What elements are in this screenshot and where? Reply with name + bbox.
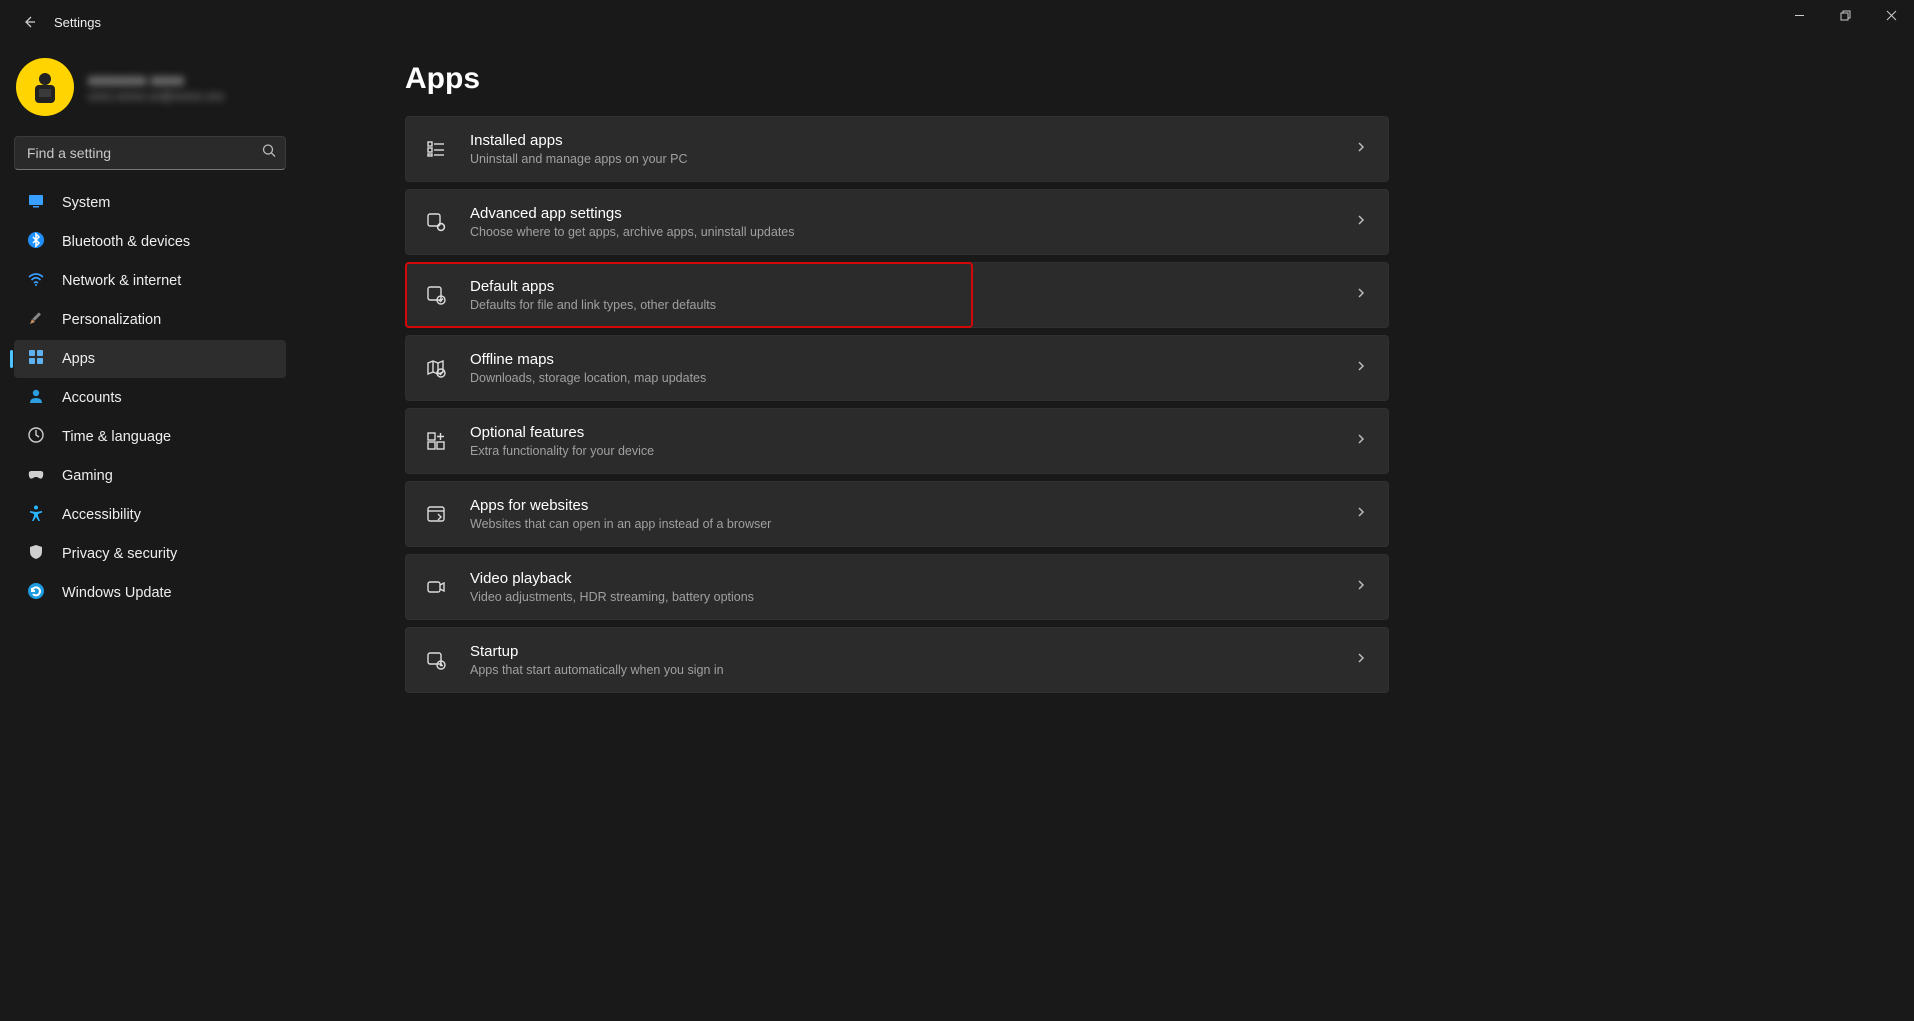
- nav-label: Windows Update: [62, 585, 172, 601]
- card-offline-maps[interactable]: Offline maps Downloads, storage location…: [405, 335, 1389, 401]
- profile-email: xxxx.xxxxx.xx@xxxxx.xxx: [88, 89, 224, 103]
- nav-label: Bluetooth & devices: [62, 234, 190, 250]
- offline-maps-icon: [422, 357, 450, 379]
- advanced-settings-icon: [422, 211, 450, 233]
- minimize-icon: [1794, 10, 1805, 21]
- settings-card-list: Installed apps Uninstall and manage apps…: [405, 116, 1389, 696]
- chevron-right-icon: [1354, 505, 1368, 524]
- chevron-right-icon: [1354, 651, 1368, 670]
- back-button[interactable]: [14, 7, 44, 37]
- chevron-right-icon: [1354, 578, 1368, 597]
- profile-text: xxxxxxx xxxx xxxx.xxxxx.xx@xxxxx.xxx: [88, 72, 224, 103]
- card-title: Default apps: [470, 278, 1354, 297]
- card-subtitle: Uninstall and manage apps on your PC: [470, 152, 1354, 166]
- card-subtitle: Defaults for file and link types, other …: [470, 298, 1354, 312]
- video-playback-icon: [422, 576, 450, 598]
- nav-label: Privacy & security: [62, 546, 177, 562]
- nav-gaming[interactable]: Gaming: [14, 457, 286, 495]
- window-controls: [1776, 0, 1914, 44]
- card-title: Optional features: [470, 424, 1354, 443]
- profile-name: xxxxxxx xxxx: [88, 72, 224, 89]
- nav-accounts[interactable]: Accounts: [14, 379, 286, 417]
- nav-label: Time & language: [62, 429, 171, 445]
- wifi-icon: [26, 270, 46, 293]
- system-icon: [26, 192, 46, 215]
- card-title: Installed apps: [470, 132, 1354, 151]
- optional-features-icon: [422, 430, 450, 452]
- card-title: Advanced app settings: [470, 205, 1354, 224]
- app-title: Settings: [54, 15, 101, 30]
- card-apps-for-websites[interactable]: Apps for websites Websites that can open…: [405, 481, 1389, 547]
- default-apps-icon: [422, 284, 450, 306]
- close-icon: [1886, 10, 1897, 21]
- card-subtitle: Websites that can open in an app instead…: [470, 517, 1354, 531]
- nav-label: Personalization: [62, 312, 161, 328]
- gamepad-icon: [26, 465, 46, 488]
- update-icon: [26, 582, 46, 605]
- minimize-button[interactable]: [1776, 0, 1822, 30]
- shield-icon: [26, 543, 46, 566]
- maximize-icon: [1840, 10, 1851, 21]
- nav-system[interactable]: System: [14, 184, 286, 222]
- card-subtitle: Downloads, storage location, map updates: [470, 371, 1354, 385]
- nav-label: Apps: [62, 351, 95, 367]
- nav-apps[interactable]: Apps: [14, 340, 286, 378]
- nav-label: Gaming: [62, 468, 113, 484]
- nav-bluetooth[interactable]: Bluetooth & devices: [14, 223, 286, 261]
- bluetooth-icon: [26, 231, 46, 254]
- nav-label: Accessibility: [62, 507, 141, 523]
- card-installed-apps[interactable]: Installed apps Uninstall and manage apps…: [405, 116, 1389, 182]
- chevron-right-icon: [1354, 213, 1368, 232]
- nav-time[interactable]: Time & language: [14, 418, 286, 456]
- card-video-playback[interactable]: Video playback Video adjustments, HDR st…: [405, 554, 1389, 620]
- person-icon: [26, 387, 46, 410]
- card-title: Video playback: [470, 570, 1354, 589]
- nav-network[interactable]: Network & internet: [14, 262, 286, 300]
- installed-apps-icon: [422, 138, 450, 160]
- card-subtitle: Extra functionality for your device: [470, 444, 1354, 458]
- nav-update[interactable]: Windows Update: [14, 574, 286, 612]
- close-button[interactable]: [1868, 0, 1914, 30]
- card-title: Apps for websites: [470, 497, 1354, 516]
- card-subtitle: Video adjustments, HDR streaming, batter…: [470, 590, 1354, 604]
- nav-label: Accounts: [62, 390, 122, 406]
- titlebar: Settings: [0, 0, 1914, 44]
- apps-for-websites-icon: [422, 503, 450, 525]
- accessibility-icon: [26, 504, 46, 527]
- nav-privacy[interactable]: Privacy & security: [14, 535, 286, 573]
- maximize-button[interactable]: [1822, 0, 1868, 30]
- nav-label: System: [62, 195, 110, 211]
- nav-label: Network & internet: [62, 273, 181, 289]
- nav-personalization[interactable]: Personalization: [14, 301, 286, 339]
- apps-icon: [26, 348, 46, 371]
- chevron-right-icon: [1354, 140, 1368, 159]
- card-subtitle: Apps that start automatically when you s…: [470, 663, 1354, 677]
- search-input[interactable]: [14, 136, 286, 170]
- avatar: [16, 58, 74, 116]
- chevron-right-icon: [1354, 432, 1368, 451]
- card-advanced-app-settings[interactable]: Advanced app settings Choose where to ge…: [405, 189, 1389, 255]
- startup-icon: [422, 649, 450, 671]
- card-default-apps[interactable]: Default apps Defaults for file and link …: [405, 262, 1389, 328]
- search-box: [14, 136, 286, 170]
- clock-globe-icon: [26, 426, 46, 449]
- main-content: Apps Installed apps Uninstall and manage…: [300, 44, 1914, 1021]
- chevron-right-icon: [1354, 286, 1368, 305]
- page-title: Apps: [405, 62, 1814, 96]
- nav-accessibility[interactable]: Accessibility: [14, 496, 286, 534]
- paintbrush-icon: [26, 309, 46, 332]
- sidebar: xxxxxxx xxxx xxxx.xxxxx.xx@xxxxx.xxx Sys…: [0, 44, 300, 1021]
- search-icon: [262, 144, 276, 163]
- card-optional-features[interactable]: Optional features Extra functionality fo…: [405, 408, 1389, 474]
- arrow-left-icon: [21, 14, 37, 30]
- card-startup[interactable]: Startup Apps that start automatically wh…: [405, 627, 1389, 693]
- card-title: Startup: [470, 643, 1354, 662]
- card-subtitle: Choose where to get apps, archive apps, …: [470, 225, 1354, 239]
- nav-list: System Bluetooth & devices Network & int…: [10, 184, 290, 612]
- chevron-right-icon: [1354, 359, 1368, 378]
- profile-block[interactable]: xxxxxxx xxxx xxxx.xxxxx.xx@xxxxx.xxx: [10, 54, 290, 132]
- card-title: Offline maps: [470, 351, 1354, 370]
